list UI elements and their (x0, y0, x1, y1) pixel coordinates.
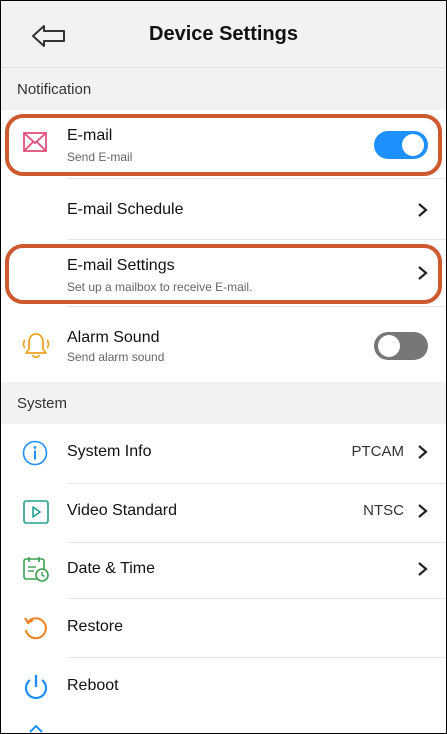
alarm-sound-row[interactable]: Alarm Sound Send alarm sound (1, 307, 446, 382)
restore-label: Restore (67, 618, 124, 635)
chevron-right-icon (418, 203, 428, 217)
device-settings-screen: Device Settings Notification E-mail Send… (0, 0, 447, 734)
toggle-knob (378, 335, 400, 357)
play-icon (23, 500, 49, 524)
power-icon (24, 675, 48, 700)
highlight-email-settings (5, 244, 442, 304)
page-title: Device Settings (149, 23, 298, 45)
video-standard-value: NTSC (363, 502, 404, 519)
reboot-label: Reboot (67, 677, 119, 694)
reboot-row[interactable]: Reboot (1, 658, 446, 716)
email-schedule-row[interactable]: E-mail Schedule (1, 179, 446, 239)
top-bar: Device Settings (1, 1, 446, 68)
date-time-label: Date & Time (67, 560, 156, 577)
chevron-right-icon (418, 504, 428, 518)
system-info-value: PTCAM (351, 443, 405, 460)
alarm-sound-label: Alarm Sound (67, 329, 160, 346)
partial-next-icon (29, 724, 43, 733)
alarm-sound-toggle[interactable] (374, 332, 428, 360)
system-info-label: System Info (67, 443, 152, 460)
chevron-right-icon (418, 562, 428, 576)
section-header-notification: Notification (1, 68, 446, 110)
info-icon (22, 440, 48, 466)
restore-row[interactable]: Restore (1, 599, 446, 657)
restore-icon (24, 617, 47, 640)
chevron-right-icon (418, 445, 428, 459)
alarm-sound-sub: Send alarm sound (67, 350, 165, 364)
highlight-email (5, 114, 442, 176)
video-standard-label: Video Standard (67, 502, 178, 519)
section-header-system: System (1, 382, 446, 424)
bell-icon (22, 333, 50, 359)
system-info-row[interactable]: System Info PTCAM (1, 424, 446, 483)
video-standard-row[interactable]: Video Standard NTSC (1, 484, 446, 542)
calendar-icon (23, 557, 49, 582)
email-schedule-label: E-mail Schedule (67, 201, 184, 218)
date-time-row[interactable]: Date & Time (1, 543, 446, 598)
